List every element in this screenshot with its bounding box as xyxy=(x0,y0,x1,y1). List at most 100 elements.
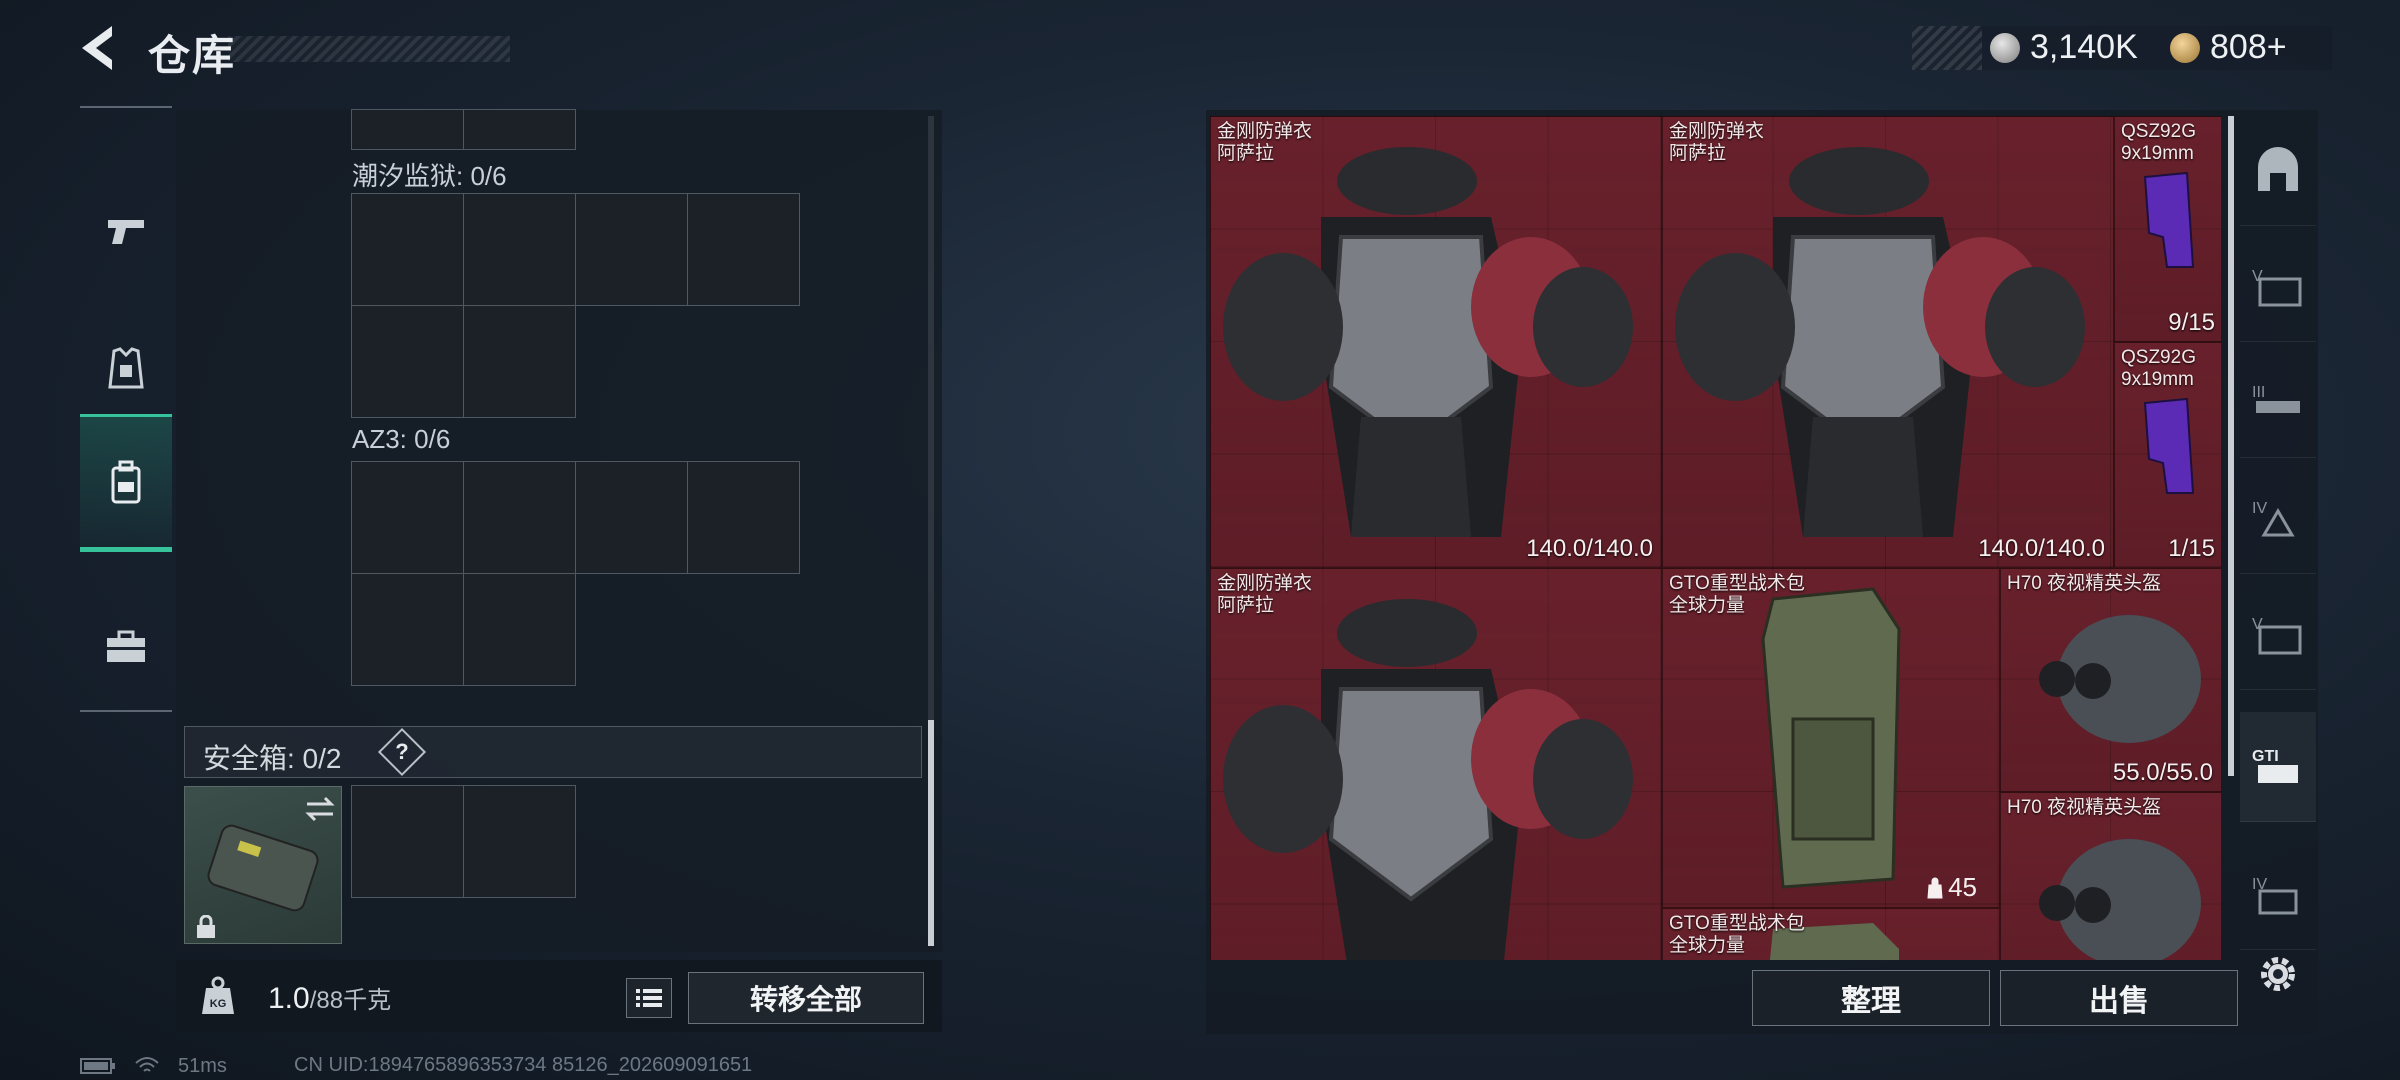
sell-button[interactable]: 出售 xyxy=(2000,970,2238,1026)
item-name: QSZ92G 9x19mm xyxy=(2121,121,2196,165)
gold-coin-icon xyxy=(2170,33,2200,63)
slot-cell[interactable] xyxy=(463,785,576,898)
stash-item[interactable]: GTO重型战术包 全球力量 45 xyxy=(1662,568,2000,908)
item-name-line2: 全球力量 xyxy=(1669,595,1746,616)
stash-scrollbar[interactable] xyxy=(2228,116,2234,776)
slot-cell[interactable] xyxy=(687,193,800,306)
item-name-line1: GTO重型战术包 xyxy=(1669,573,1805,594)
list-view-button[interactable] xyxy=(626,978,672,1018)
stash-tab-selected[interactable]: GTI xyxy=(2240,712,2316,822)
item-name: 金刚防弹衣 阿萨拉 xyxy=(1217,121,1312,165)
ping-value: 51ms xyxy=(178,1054,227,1077)
stash-tab[interactable]: V xyxy=(2240,580,2316,690)
back-arrow-icon xyxy=(82,26,112,70)
item-name-line1: QSZ92G xyxy=(2121,121,2196,142)
safebox-item[interactable] xyxy=(184,786,342,944)
stash-tab-sidebar: V III IV V GTI IV xyxy=(2240,116,2316,950)
slot-cell[interactable] xyxy=(351,573,464,686)
svg-text:KG: KG xyxy=(210,998,227,1010)
currency-decoration xyxy=(1912,26,1982,70)
item-name-line2: 阿萨拉 xyxy=(1669,143,1727,164)
slot-cell[interactable] xyxy=(687,461,800,574)
svg-text:GTI: GTI xyxy=(2252,748,2279,765)
help-icon: ? xyxy=(395,739,409,764)
back-button[interactable] xyxy=(72,22,132,74)
silver-amount: 3,140K xyxy=(2030,28,2138,66)
slot-cell[interactable] xyxy=(351,193,464,306)
pistol-icon xyxy=(108,220,144,244)
item-name-line2: 9x19mm xyxy=(2121,143,2194,164)
slot-cell[interactable] xyxy=(351,785,464,898)
svg-text:III: III xyxy=(2252,384,2265,401)
scrollbar-thumb[interactable] xyxy=(928,720,934,946)
container-grid-az3 xyxy=(351,461,800,686)
stash-item[interactable]: QSZ92G 9x19mm 9/15 xyxy=(2114,116,2222,342)
body-armor-icon xyxy=(1675,147,2085,537)
battery-icon xyxy=(80,1058,115,1074)
slot-cell[interactable] xyxy=(463,305,576,418)
gti-icon: GTI xyxy=(2252,748,2298,783)
stash-item[interactable]: QSZ92G 9x19mm 1/15 xyxy=(2114,342,2222,568)
slot-cell[interactable] xyxy=(463,573,576,686)
item-name-line1: 金刚防弹衣 xyxy=(1217,121,1313,142)
silver-coin-icon xyxy=(1990,33,2020,63)
stash-tab[interactable]: IV xyxy=(2240,840,2316,950)
category-tools[interactable] xyxy=(80,578,172,716)
slot-cell[interactable] xyxy=(463,193,576,306)
stash-grid: 金刚防弹衣 阿萨拉 140.0/140.0 金刚防弹衣 阿萨拉 140.0/140.… xyxy=(1210,116,2222,960)
slot-cell[interactable] xyxy=(463,461,576,574)
body-armor-icon xyxy=(1223,599,1633,960)
slot-cell[interactable] xyxy=(463,109,576,150)
stash-item[interactable]: H70 夜视精英头盔 55.0/55.0 xyxy=(2000,568,2222,792)
item-name-line2: 9x19mm xyxy=(2121,369,2194,390)
item-ammo-count: 1/15 xyxy=(2168,535,2215,562)
bag-capacity-icon xyxy=(1927,877,1943,898)
slot-cell[interactable] xyxy=(351,109,464,150)
lock-icon xyxy=(197,915,215,938)
stash-item[interactable]: 金刚防弹衣 阿萨拉 140.0/140.0 xyxy=(1662,116,2114,568)
weight-value: 1.0/88千克 xyxy=(268,980,391,1016)
help-button[interactable]: ? xyxy=(377,727,427,777)
status-bar: 51ms xyxy=(80,1054,227,1078)
category-backpack[interactable] xyxy=(80,414,172,552)
bag-capacity: 45 xyxy=(1926,872,1977,903)
swap-icon[interactable] xyxy=(303,795,337,823)
slot-cell[interactable] xyxy=(575,461,688,574)
vest-icon xyxy=(108,347,144,389)
stash-item[interactable]: H70 夜视精英头盔 xyxy=(2000,792,2222,960)
stash-tab[interactable]: V xyxy=(2240,232,2316,342)
slot-cell[interactable] xyxy=(351,461,464,574)
container-label-az3: AZ3: 0/6 xyxy=(352,424,451,454)
transfer-all-button[interactable]: 转移全部 xyxy=(688,972,924,1024)
uid-text: CN UID:1894765896353734 85126_2026090916… xyxy=(294,1054,753,1076)
scrolled-slots xyxy=(351,109,576,150)
tier-v-icon: V xyxy=(2252,268,2302,306)
item-name-line2: 阿萨拉 xyxy=(1217,595,1275,616)
stash-tab[interactable] xyxy=(2240,116,2316,226)
tier-iii-icon: III xyxy=(2252,384,2300,413)
item-durability: 140.0/140.0 xyxy=(1978,535,2105,562)
category-weapon[interactable] xyxy=(80,162,172,300)
weight-current: 1.0 xyxy=(268,982,310,1015)
item-name-line2: 阿萨拉 xyxy=(1217,143,1275,164)
stash-item[interactable]: 金刚防弹衣 阿萨拉 140.0/140.0 xyxy=(1210,116,1662,568)
stash-item[interactable]: GTO重型战术包 全球力量 xyxy=(1662,908,2000,960)
gold-amount[interactable]: 808+ xyxy=(2210,28,2287,67)
slot-cell[interactable] xyxy=(575,193,688,306)
item-name-line1: QSZ92G xyxy=(2121,347,2196,368)
sort-button[interactable]: 整理 xyxy=(1752,970,1990,1026)
stash-tab[interactable]: IV xyxy=(2240,464,2316,574)
toolbox-icon xyxy=(107,630,145,662)
slot-cell[interactable] xyxy=(351,305,464,418)
wifi-icon xyxy=(135,1057,159,1072)
svg-text:IV: IV xyxy=(2252,500,2267,517)
settings-button[interactable] xyxy=(2254,950,2302,1003)
stash-tab[interactable]: III xyxy=(2240,348,2316,458)
item-name-line2: 全球力量 xyxy=(1669,935,1746,956)
item-name-line1: H70 夜视精英头盔 xyxy=(2007,573,2162,594)
container-scrollbar[interactable] xyxy=(928,116,934,946)
stash-item[interactable]: 金刚防弹衣 阿萨拉 xyxy=(1210,568,1662,960)
weight-bar: KG 1.0/88千克 转移全部 xyxy=(176,960,942,1032)
gold-plus-icon[interactable]: + xyxy=(2267,28,2287,66)
currency-bar: 3,140K 808+ xyxy=(1912,26,2332,70)
